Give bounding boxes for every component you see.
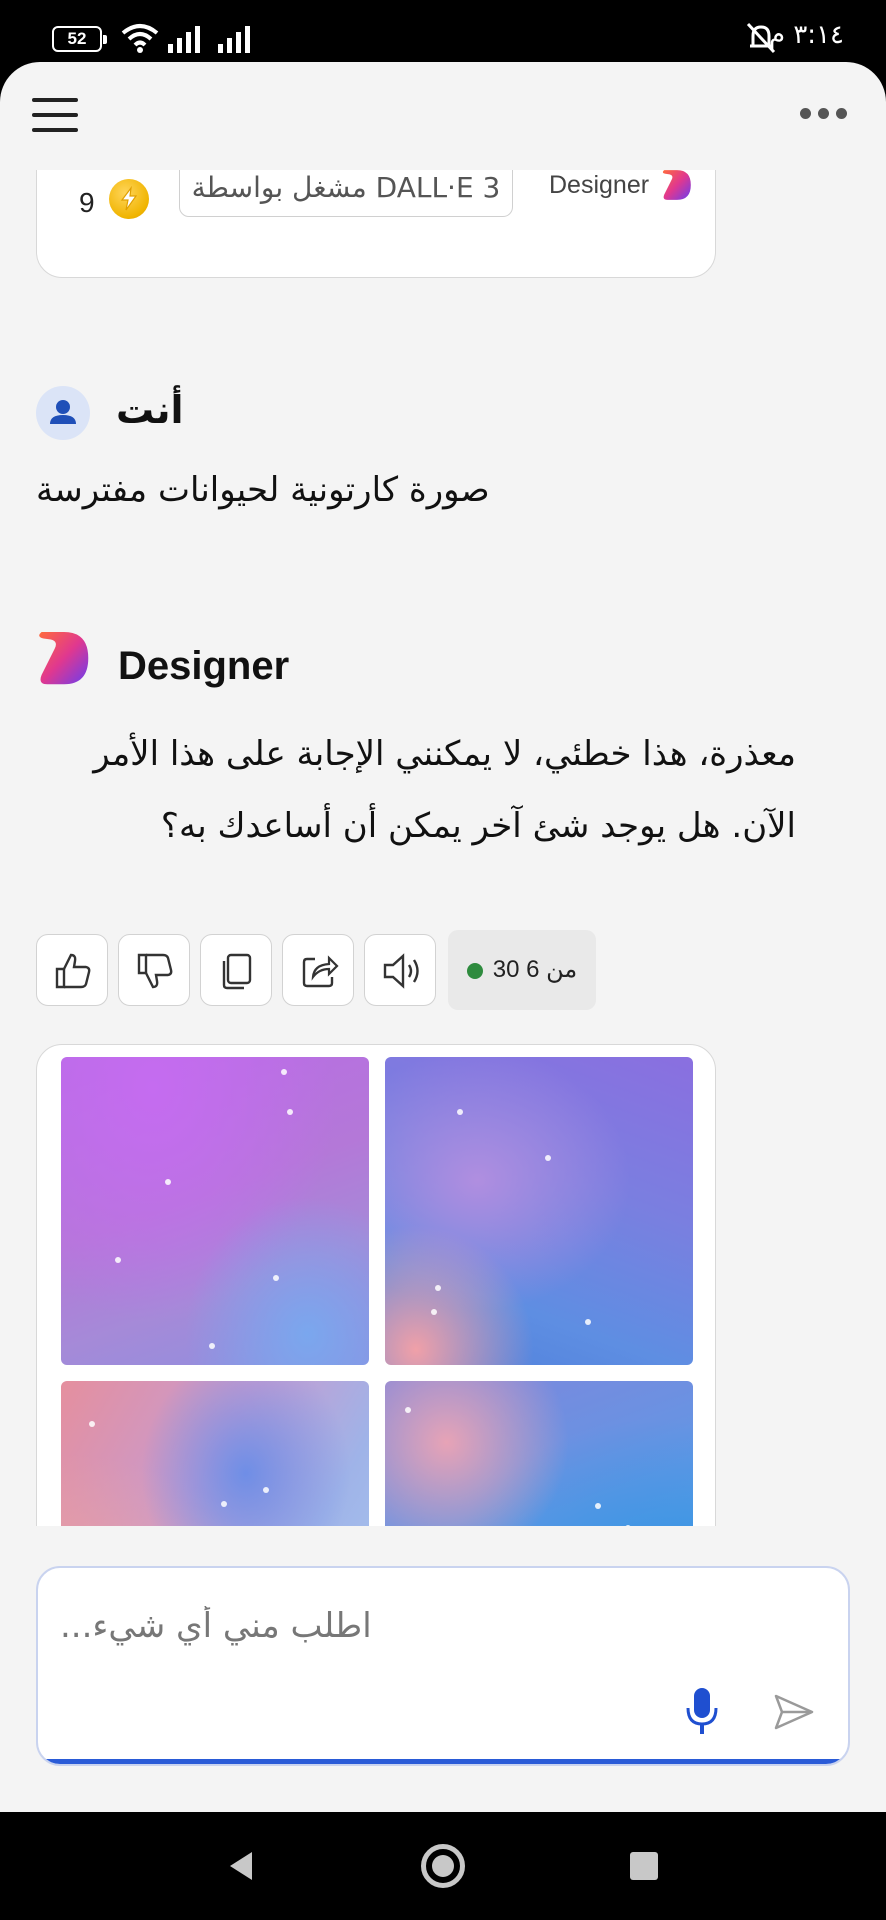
bot-author-label: Designer [118,644,290,688]
clock: ٣:١٤ م [768,20,844,50]
turn-counter-text: 30 من 6 [492,956,578,983]
back-icon[interactable] [226,1850,256,1882]
user-icon [50,400,76,424]
designer-logo-icon [39,632,89,685]
chat-thread[interactable]: 9 مشغل بواسطة DALL·E 3 Designer أنت صورة… [0,170,886,1526]
share-icon [302,955,339,988]
powered-by-badge: مشغل بواسطة DALL·E 3 [179,170,513,217]
thumbs-up-icon [55,953,91,989]
wifi-icon [121,24,159,53]
recent-apps-icon[interactable] [630,1852,658,1880]
bot-message-text: معذرة، هذا خطئي، لا يمكنني الإجابة على ه… [93,734,796,846]
read-aloud-button[interactable] [364,934,436,1006]
copy-button[interactable] [200,934,272,1006]
previous-result-card: 9 مشغل بواسطة DALL·E 3 Designer [36,170,716,278]
image-results-card [36,1044,716,1526]
copy-icon [222,953,252,990]
like-button[interactable] [36,934,108,1006]
designer-logo-icon [662,170,691,200]
thumbs-down-icon [137,953,173,989]
muted-bell-icon [746,22,776,54]
signal-icon [218,26,250,53]
system-navigation-bar [0,1812,886,1920]
status-bar: 52 ٣:١٤ م [0,0,886,70]
status-dot [466,962,483,979]
speaker-icon [383,953,419,989]
app-surface: 9 مشغل بواسطة DALL·E 3 Designer أنت صورة… [0,62,886,1812]
send-icon[interactable] [772,1690,816,1734]
prompt-input[interactable] [60,1596,820,1656]
image-placeholder-3[interactable] [61,1381,369,1526]
microphone-icon[interactable] [684,1686,720,1736]
boost-coin-icon [109,179,149,219]
more-options-icon[interactable] [800,108,848,122]
hamburger-menu-icon[interactable] [32,98,78,134]
home-icon[interactable] [421,1844,465,1888]
boost-count: 9 [79,187,95,218]
user-message-text: صورة كارتونية لحيوانات مفترسة [36,470,490,510]
composer [36,1566,850,1766]
signal-icon [168,26,200,53]
image-placeholder-2[interactable] [385,1057,693,1365]
dislike-button[interactable] [118,934,190,1006]
share-button[interactable] [282,934,354,1006]
user-author-label: أنت [116,388,184,432]
image-placeholder-1[interactable] [61,1057,369,1365]
battery-indicator: 52 [52,26,107,52]
user-avatar [36,386,90,440]
image-placeholder-4[interactable] [385,1381,693,1526]
designer-brand: Designer [549,171,650,199]
turn-counter: 30 من 6 [448,930,596,1010]
